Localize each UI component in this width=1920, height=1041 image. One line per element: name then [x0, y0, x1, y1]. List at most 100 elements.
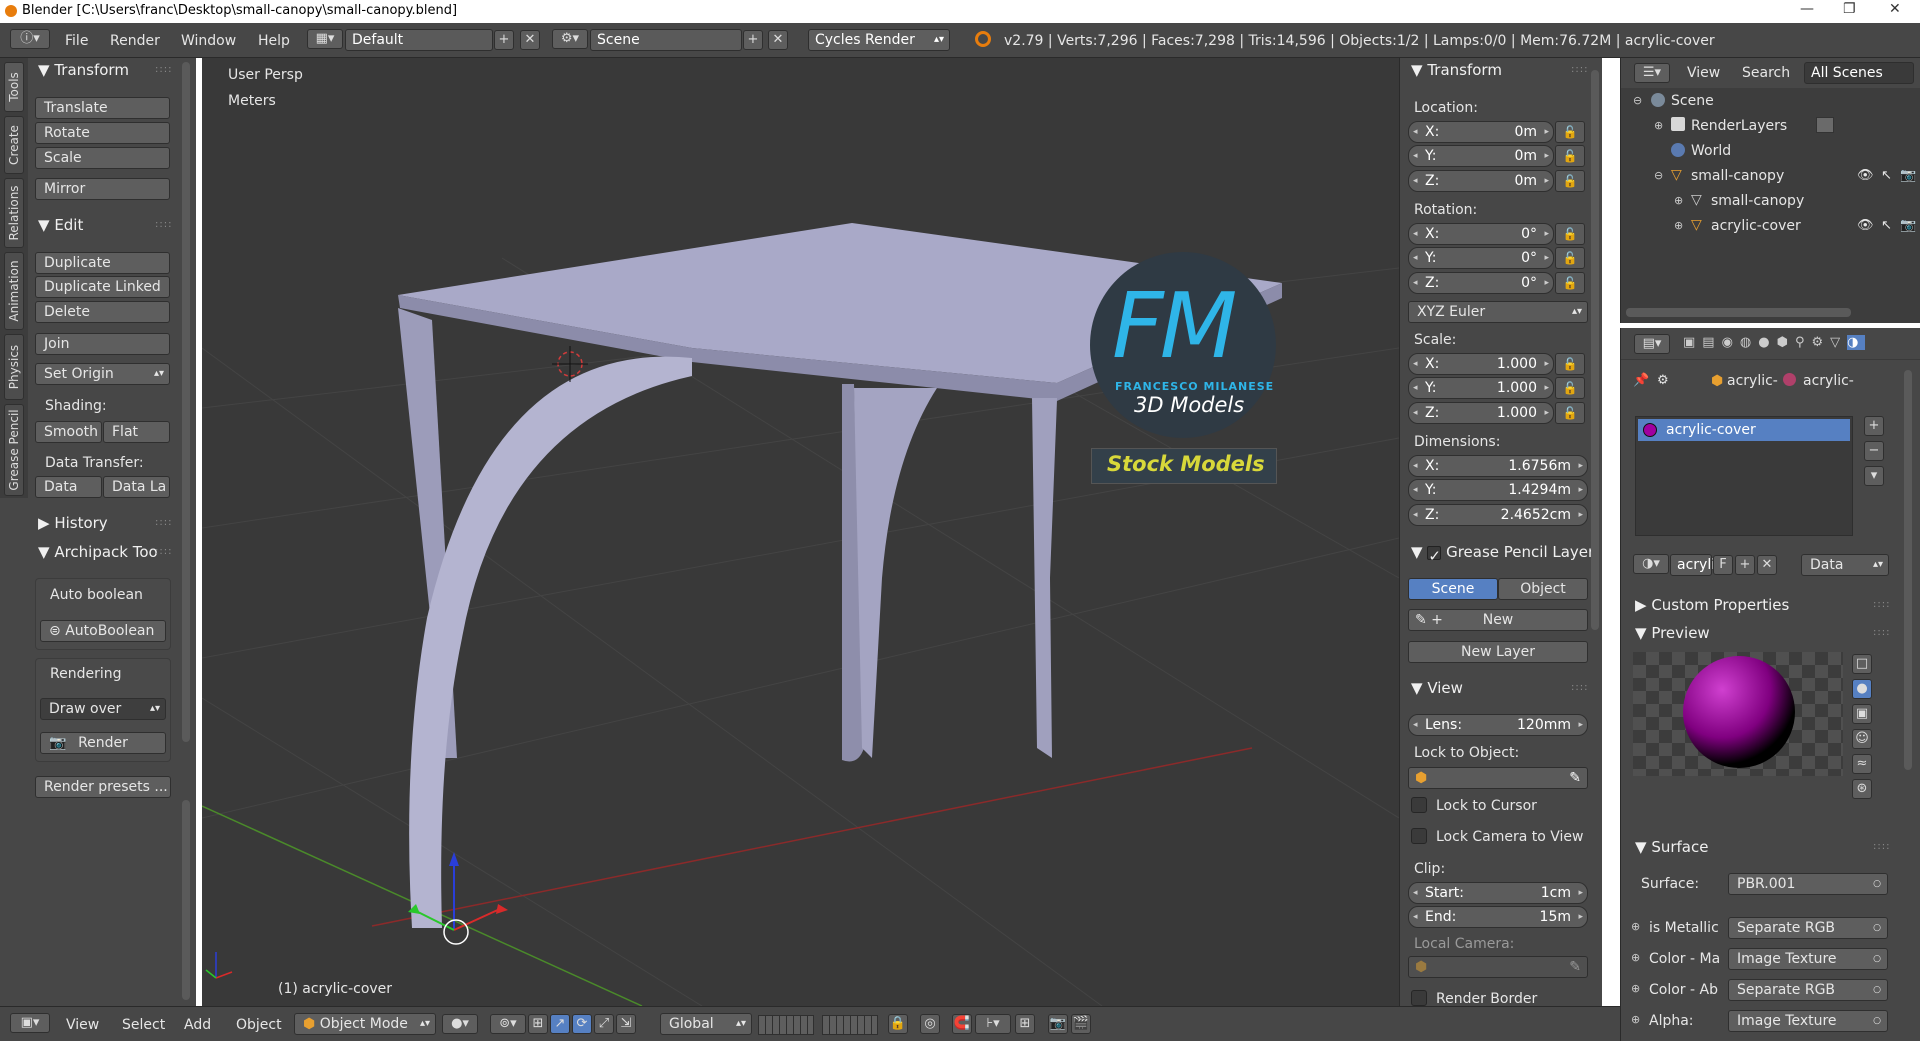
opengl-render-icon[interactable]: 📷 [1048, 1014, 1068, 1034]
menu-add[interactable]: Add [184, 1017, 211, 1033]
preview-header[interactable]: ▼ Preview [1635, 624, 1710, 642]
layers-grid-b[interactable] [822, 1015, 878, 1035]
tab-animation[interactable]: Animation [4, 252, 24, 330]
duplicate-linked-button[interactable]: Duplicate Linked [35, 276, 170, 298]
scale-manipulator-icon[interactable]: ⤢ [594, 1014, 614, 1034]
collapse-small-canopy-icon[interactable]: ⊖ [1654, 169, 1663, 182]
duplicate-button[interactable]: Duplicate [35, 252, 170, 274]
expand-acrylic-cover-icon[interactable]: ⊕ [1674, 219, 1683, 232]
preview-hair-icon[interactable]: ≈ [1852, 754, 1872, 774]
surface-node-select[interactable]: PBR.001 ○ [1728, 873, 1888, 895]
snap-element-button[interactable]: ⊦▾ [975, 1014, 1011, 1034]
tab-physics[interactable]: Physics [4, 334, 24, 400]
snap-toggle-icon[interactable]: 🧲 [952, 1014, 972, 1034]
expand-socket-icon[interactable]: ⊕ [1631, 1013, 1640, 1026]
grease-object-toggle[interactable]: Object [1498, 578, 1588, 600]
scale-button[interactable]: Scale [35, 147, 170, 169]
properties-editor-type-button[interactable]: ▤▾ [1634, 334, 1670, 354]
editor-type-3d-button[interactable]: ▣▾ [10, 1013, 50, 1033]
location-x-field[interactable]: ◂ X: 0m ▸ [1408, 121, 1554, 143]
lock-to-cursor-checkbox[interactable] [1411, 797, 1427, 813]
preview-cube-icon[interactable]: ▣ [1852, 704, 1872, 724]
viewport-shading-button[interactable]: ●▾ [442, 1014, 478, 1034]
grease-new-layer-button[interactable]: New Layer [1408, 641, 1588, 663]
expand-socket-icon[interactable]: ⊕ [1631, 982, 1640, 995]
custom-properties-header[interactable]: ▶ Custom Properties [1635, 596, 1789, 614]
render-presets-button[interactable]: Render presets ... [35, 776, 171, 798]
renderable-camera-icon[interactable]: 📷 [1900, 218, 1916, 233]
panel-grip-icon[interactable]: :::: [1873, 627, 1890, 638]
panel-grip-icon[interactable]: :::: [155, 546, 172, 557]
lock-location-x-icon[interactable]: 🔓 [1555, 121, 1585, 143]
menu-help[interactable]: Help [258, 33, 290, 49]
scene-add-icon[interactable]: + [743, 30, 763, 50]
translate-button[interactable]: Translate [35, 97, 170, 119]
grease-scene-toggle[interactable]: Scene [1408, 578, 1498, 600]
menu-object[interactable]: Object [236, 1017, 282, 1033]
rotation-z-field[interactable]: ◂ Z: 0° ▸ [1408, 272, 1554, 294]
view-panel-header[interactable]: ▼ View [1411, 679, 1463, 697]
tab-tools[interactable]: Tools [4, 62, 24, 112]
tab-create[interactable]: Create [4, 116, 24, 174]
material-new-icon[interactable]: + [1735, 555, 1755, 575]
history-panel-header[interactable]: ▶ History [38, 514, 108, 532]
transform-panel-header[interactable]: ▼ Transform [38, 61, 129, 79]
scale-x-field[interactable]: ◂ X: 1.000 ▸ [1408, 353, 1554, 375]
outliner-view-menu[interactable]: View [1687, 65, 1720, 81]
grease-new-button[interactable]: ✎ + New [1408, 609, 1588, 631]
selectable-cursor-icon[interactable]: ↖ [1881, 218, 1892, 233]
panel-grip-icon[interactable]: :::: [155, 517, 172, 528]
minimize-button[interactable]: — [1800, 1, 1814, 17]
pivot-point-button[interactable]: ⊚▾ [490, 1014, 526, 1034]
outliner-item-world[interactable]: World [1691, 143, 1731, 159]
shade-smooth-button[interactable]: Smooth [35, 421, 102, 443]
outliner-item-small-canopy[interactable]: small-canopy [1691, 168, 1784, 184]
render-engine-select[interactable]: Cycles Render ▴▾ [808, 29, 950, 51]
menu-window[interactable]: Window [181, 33, 236, 49]
outliner-item-renderlayers[interactable]: RenderLayers [1691, 118, 1787, 134]
location-z-field[interactable]: ◂ Z: 0m ▸ [1408, 170, 1554, 192]
socket-metallic-select[interactable]: Separate RGB ○ [1728, 917, 1888, 939]
remove-slot-icon[interactable]: − [1864, 441, 1884, 461]
dimensions-z-field[interactable]: ◂ Z: 2.4652cm ▸ [1408, 504, 1588, 526]
lock-rotation-y-icon[interactable]: 🔓 [1555, 247, 1585, 269]
visibility-eye-icon[interactable]: 👁 [1857, 168, 1874, 183]
lock-location-z-icon[interactable]: 🔓 [1555, 170, 1585, 192]
panel-grip-icon[interactable]: :::: [1873, 599, 1890, 610]
surface-header[interactable]: ▼ Surface [1635, 838, 1708, 856]
local-camera-field[interactable]: ⬢ ✎ [1408, 956, 1588, 978]
eyedropper-icon[interactable]: ✎ [1569, 957, 1581, 977]
outliner-display-filter[interactable]: All Scenes [1804, 62, 1914, 84]
draw-over-select[interactable]: Draw over ▴▾ [40, 698, 166, 720]
selectable-cursor-icon[interactable]: ↖ [1881, 168, 1892, 183]
npanel-scrollbar[interactable] [1591, 70, 1599, 630]
pin-icon[interactable]: 📌 [1633, 373, 1649, 388]
preview-monkey-icon[interactable]: ☺ [1852, 729, 1872, 749]
layout-add-icon[interactable]: + [494, 30, 514, 50]
collapse-scene-icon[interactable]: ⊖ [1633, 94, 1642, 107]
renderable-camera-icon[interactable]: 📷 [1900, 168, 1916, 183]
render-button[interactable]: 📷 Render [40, 732, 166, 754]
rotation-x-field[interactable]: ◂ X: 0° ▸ [1408, 223, 1554, 245]
material-name-field[interactable]: acryli [1670, 554, 1715, 576]
panel-grip-icon[interactable]: :::: [155, 64, 172, 75]
slot-specials-icon[interactable]: ▾ [1864, 466, 1884, 486]
autoboolean-button[interactable]: ⊜ AutoBoolean [40, 620, 166, 642]
close-button[interactable]: ✕ [1889, 1, 1901, 17]
menu-view[interactable]: View [66, 1017, 99, 1033]
material-preview[interactable] [1633, 652, 1843, 776]
toolshelf-scrollbar-lower[interactable] [182, 800, 190, 1000]
lock-scale-x-icon[interactable]: 🔓 [1555, 353, 1585, 375]
panel-grip-icon[interactable]: :::: [1571, 64, 1588, 75]
scale-mode-icon[interactable]: ⇲ [616, 1014, 636, 1034]
properties-context-tabs[interactable]: ▣▤◉◍●⬢⚲⚙▽◑ [1683, 335, 1913, 355]
lock-camera-checkbox[interactable] [1411, 828, 1427, 844]
x-manipulator[interactable] [453, 907, 503, 931]
outliner-hscrollbar[interactable] [1626, 308, 1851, 317]
editor-type-info-button[interactable]: ⓘ▾ [10, 29, 50, 49]
data-layout-button[interactable]: Data La [103, 476, 170, 498]
expand-socket-icon[interactable]: ⊕ [1631, 951, 1640, 964]
layout-remove-icon[interactable]: ✕ [520, 30, 540, 50]
outliner-editor-type-button[interactable]: ☰▾ [1634, 63, 1670, 83]
properties-scrollbar[interactable] [1904, 370, 1912, 770]
